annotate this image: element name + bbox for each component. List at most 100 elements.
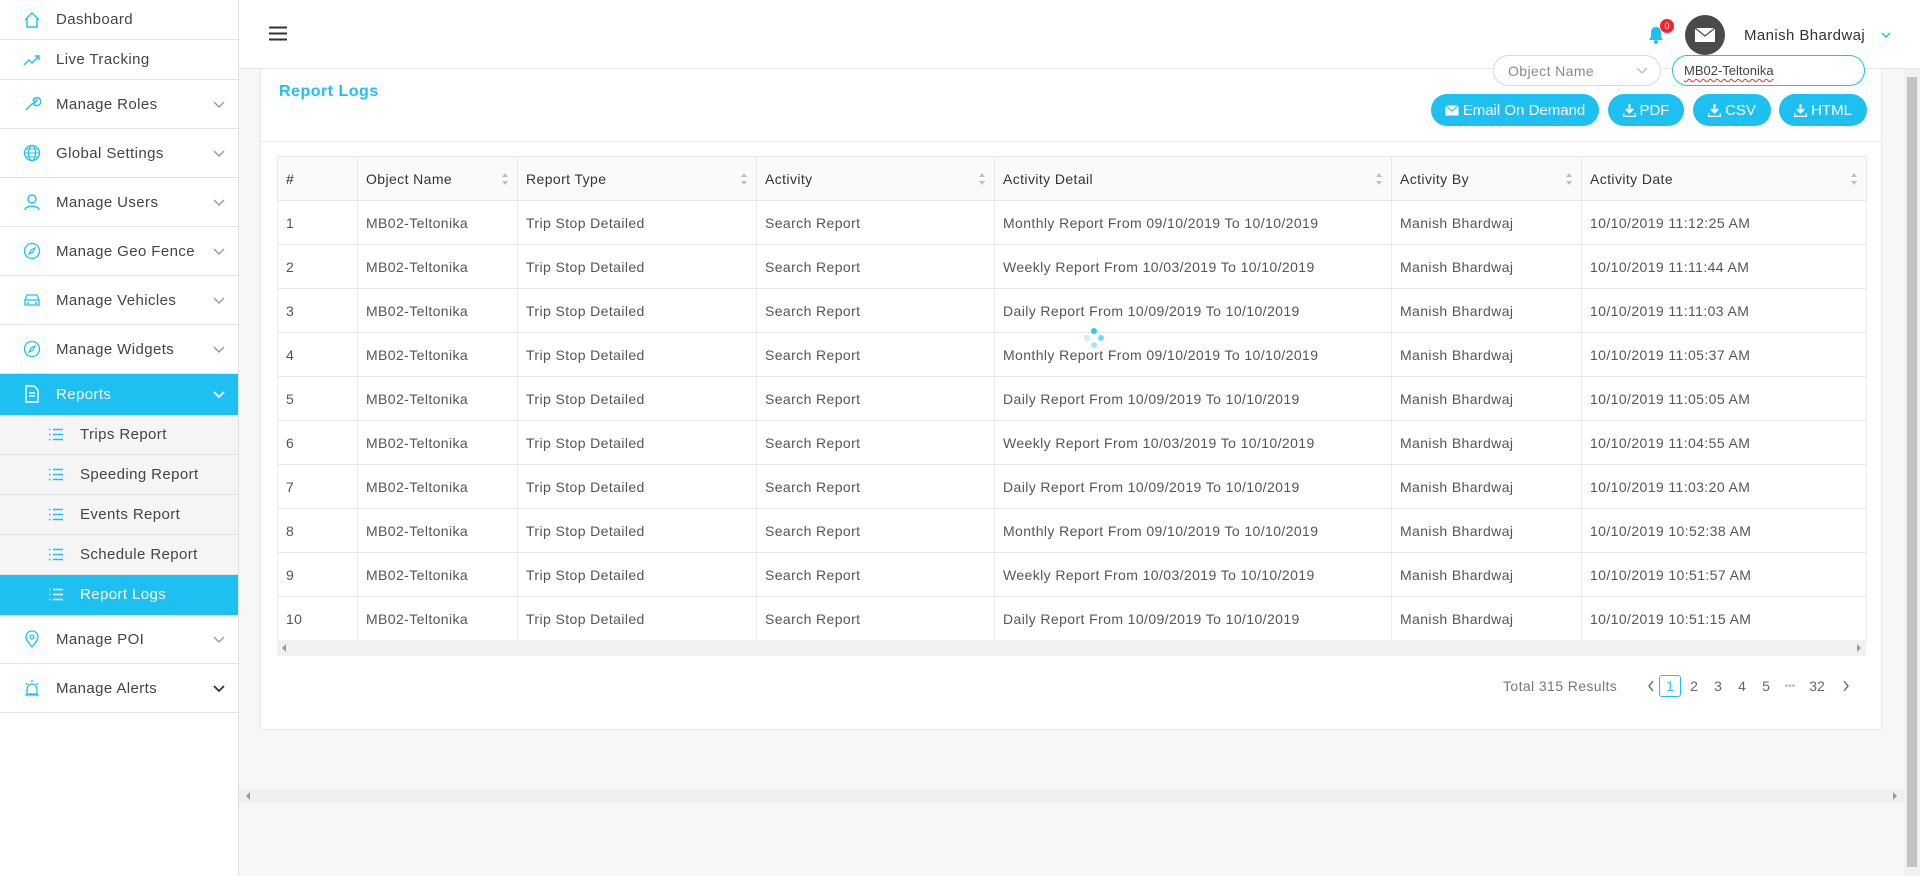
sidebar-item-manage-roles[interactable]: Manage Roles [0,80,238,129]
table-cell: MB02-Teltonika [357,200,518,245]
list-icon [48,467,64,483]
sidebar-item-label: Reports [56,385,112,403]
sidebar-item-global-settings[interactable]: Global Settings [0,129,238,178]
user-name[interactable]: Manish Bhardwaj [1744,27,1865,44]
page-vertical-scrollbar[interactable] [1904,69,1920,876]
sidebar-subitem-speeding-report[interactable]: Speeding Report [0,455,238,495]
table-cell: Trip Stop Detailed [517,552,757,597]
pagination-page-1[interactable]: 1 [1659,675,1681,697]
sidebar-item-label: Manage Widgets [56,340,175,358]
table-cell: Weekly Report From 10/03/2019 To 10/10/2… [994,244,1392,289]
table-cell: Daily Report From 10/09/2019 To 10/10/20… [994,376,1392,421]
sort-icon[interactable] [1375,172,1383,186]
sort-icon[interactable] [1850,172,1858,186]
scroll-right-arrow-icon[interactable] [1856,644,1862,652]
column-header-label: Activity By [1400,170,1469,187]
sort-icon[interactable] [978,172,986,186]
table-cell: Trip Stop Detailed [517,200,757,245]
sidebar-subitem-label: Speeding Report [80,466,199,483]
table-row: 1 MB02-Teltonika Trip Stop Detailed Search … [277,200,1867,245]
scroll-right-arrow-icon[interactable] [1892,792,1898,800]
sidebar-item-manage-users[interactable]: Manage Users [0,178,238,227]
sidebar-item-manage-poi[interactable]: Manage POI [0,615,238,664]
scroll-left-arrow-icon[interactable] [245,792,251,800]
compass-icon [22,339,42,359]
table-cell: Search Report [756,552,995,597]
sidebar-item-label: Manage POI [56,630,145,648]
column-header-activity-detail[interactable]: Activity Detail [994,156,1392,201]
sidebar-subitem-report-logs[interactable]: Report Logs [0,575,238,615]
pagination-ellipsis[interactable]: ••• [1779,675,1801,697]
pagination-page-2[interactable]: 2 [1683,675,1705,697]
table-cell: Trip Stop Detailed [517,464,757,509]
column-header-activity-date[interactable]: Activity Date [1581,156,1867,201]
chevron-down-icon [213,101,225,108]
table-cell: MB02-Teltonika [357,376,518,421]
column-header-activity[interactable]: Activity [756,156,995,201]
sidebar-subitem-events-report[interactable]: Events Report [0,495,238,535]
column-header-object-name[interactable]: Object Name [357,156,518,201]
column-header-activity-by[interactable]: Activity By [1391,156,1582,201]
wrench-icon [22,94,42,114]
csv-download-button[interactable]: CSV [1693,94,1771,126]
column-header-report-type[interactable]: Report Type [517,156,757,201]
scroll-left-arrow-icon[interactable] [281,644,287,652]
pdf-download-button[interactable]: PDF [1608,94,1684,126]
pagination-page-4[interactable]: 4 [1731,675,1753,697]
scrollbar-thumb[interactable] [1907,77,1917,867]
pagination-page-5[interactable]: 5 [1755,675,1777,697]
table-cell: Manish Bhardwaj [1391,244,1582,289]
list-icon [48,547,64,563]
sidebar-subitem-trips-report[interactable]: Trips Report [0,415,238,455]
table-header-row: # Object Name Report Type Activity Activ… [277,156,1867,201]
main-content: Report Logs Object Name MB02-Teltonika E… [239,55,1904,876]
column-header-label: Activity Date [1590,170,1673,187]
sidebar-item-dashboard[interactable]: Dashboard [0,0,238,40]
hamburger-menu-icon[interactable] [269,26,287,41]
sidebar-subitem-label: Trips Report [80,426,167,443]
table-cell: Weekly Report From 10/03/2019 To 10/10/2… [994,552,1392,597]
column-header-label: Activity Detail [1003,170,1094,187]
avatar[interactable] [1685,15,1725,55]
chevron-down-icon[interactable] [1880,29,1892,41]
table-cell: Search Report [756,596,995,641]
sidebar-subitem-label: Schedule Report [80,546,198,563]
table-cell: Search Report [756,244,995,289]
home-icon [22,10,42,30]
pagination-next[interactable] [1835,675,1857,697]
globe-icon [22,143,42,163]
sidebar-subitem-schedule-report[interactable]: Schedule Report [0,535,238,575]
table-cell: Manish Bhardwaj [1391,332,1582,377]
sidebar-item-manage-vehicles[interactable]: Manage Vehicles [0,276,238,325]
chevron-down-icon [213,150,225,157]
table-cell: Monthly Report From 09/10/2019 To 10/10/… [994,332,1392,377]
pagination-page-last[interactable]: 32 [1806,675,1828,697]
sidebar-item-manage-widgets[interactable]: Manage Widgets [0,325,238,374]
chevron-down-icon [213,199,225,206]
sidebar: Dashboard Live Tracking Manage Roles Glo… [0,0,239,876]
sidebar-item-label: Manage Geo Fence [56,242,195,260]
table-cell: MB02-Teltonika [357,596,518,641]
chevron-down-icon [1636,67,1648,74]
table-horizontal-scrollbar[interactable] [277,640,1866,656]
sort-icon[interactable] [501,172,509,186]
page-horizontal-scrollbar[interactable] [239,789,1904,803]
sort-icon[interactable] [1565,172,1573,186]
object-name-select[interactable]: Object Name [1493,55,1661,86]
sidebar-item-manage-alerts[interactable]: Manage Alerts [0,664,238,713]
sidebar-item-manage-geo-fence[interactable]: Manage Geo Fence [0,227,238,276]
sidebar-item-live-tracking[interactable]: Live Tracking [0,40,238,80]
table-cell: MB02-Teltonika [357,508,518,553]
sidebar-item-reports[interactable]: Reports [0,374,238,415]
html-download-button[interactable]: HTML [1779,94,1867,126]
object-name-input[interactable]: MB02-Teltonika [1672,55,1865,86]
sort-icon[interactable] [740,172,748,186]
table-cell: Daily Report From 10/09/2019 To 10/10/20… [994,288,1392,333]
table-cell: Search Report [756,376,995,421]
table-cell: Search Report [756,288,995,333]
table-cell: 10/10/2019 11:12:25 AM [1581,200,1867,245]
email-on-demand-button[interactable]: Email On Demand [1431,94,1599,126]
chevron-right-icon [1843,680,1849,692]
pagination-page-3[interactable]: 3 [1707,675,1729,697]
table-cell: Manish Bhardwaj [1391,552,1582,597]
